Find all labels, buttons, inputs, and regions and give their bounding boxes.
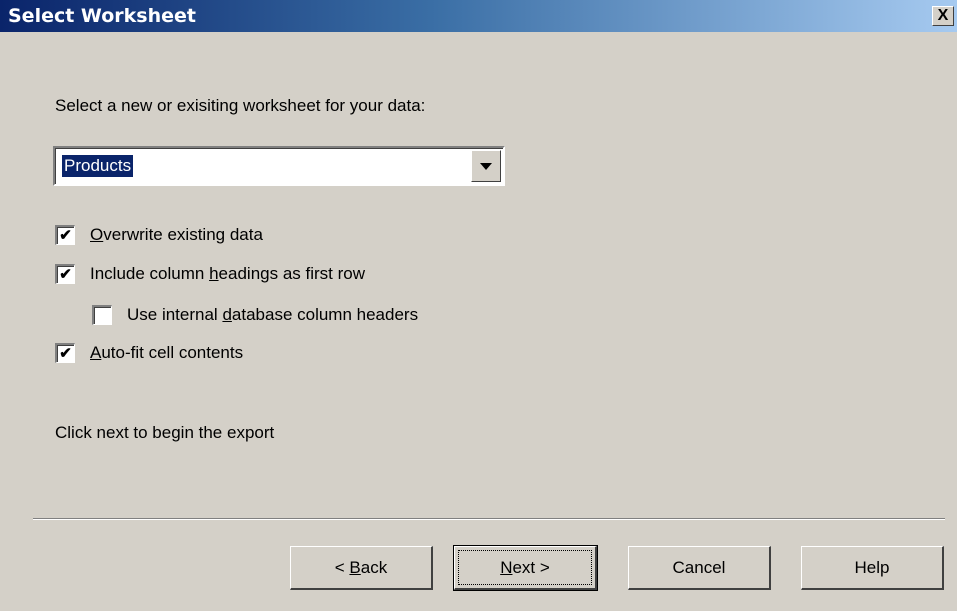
window-title: Select Worksheet bbox=[8, 5, 196, 27]
headings-checkbox[interactable]: ✔ bbox=[55, 264, 75, 284]
overwrite-option[interactable]: ✔ Overwrite existing data bbox=[55, 225, 263, 245]
overwrite-label: Overwrite existing data bbox=[90, 225, 263, 244]
worksheet-select-value: Products bbox=[62, 155, 134, 177]
chevron-down-icon bbox=[480, 162, 492, 170]
overwrite-checkbox[interactable]: ✔ bbox=[55, 225, 75, 245]
export-hint: Click next to begin the export bbox=[55, 423, 275, 442]
next-button-label: Next > bbox=[500, 557, 550, 577]
close-icon: X bbox=[937, 7, 949, 24]
autofit-label: Auto-fit cell contents bbox=[90, 343, 244, 362]
internal-headers-label: Use internal database column headers bbox=[127, 305, 419, 324]
back-button[interactable]: < Back bbox=[290, 546, 433, 590]
autofit-checkbox[interactable]: ✔ bbox=[55, 343, 75, 363]
next-button[interactable]: Next > bbox=[453, 545, 598, 591]
cancel-button-label: Cancel bbox=[672, 557, 726, 577]
headings-option[interactable]: ✔ Include column headings as first row bbox=[55, 264, 365, 284]
headings-label: Include column headings as first row bbox=[90, 264, 365, 283]
help-button[interactable]: Help bbox=[801, 546, 944, 590]
worksheet-prompt: Select a new or exisiting worksheet for … bbox=[55, 96, 426, 115]
worksheet-select-dropdown-button[interactable] bbox=[471, 150, 501, 182]
autofit-option[interactable]: ✔ Auto-fit cell contents bbox=[55, 343, 243, 363]
help-button-label: Help bbox=[854, 557, 890, 577]
internal-headers-checkbox[interactable] bbox=[92, 305, 112, 325]
title-bar: Select Worksheet X bbox=[0, 0, 957, 32]
back-button-label: < Back bbox=[334, 557, 388, 577]
cancel-button[interactable]: Cancel bbox=[628, 546, 771, 590]
worksheet-select[interactable]: Products bbox=[53, 146, 505, 186]
divider bbox=[33, 518, 945, 520]
close-button[interactable]: X bbox=[932, 6, 954, 26]
internal-headers-option[interactable]: Use internal database column headers bbox=[92, 305, 418, 325]
